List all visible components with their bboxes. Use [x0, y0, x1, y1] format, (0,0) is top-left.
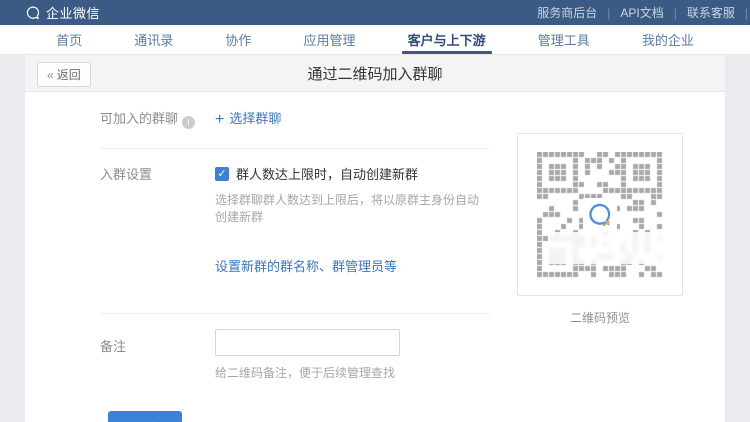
select-group-link-label: 选择群聊	[229, 111, 281, 126]
qr-caption: 二维码预览	[517, 309, 683, 326]
top-link-service-provider[interactable]: 服务商后台	[527, 4, 607, 21]
divider	[100, 313, 490, 314]
main-nav: 首页 通讯录 协作 应用管理 客户与上下游 管理工具 我的企业	[0, 25, 750, 55]
info-icon[interactable]: i	[182, 116, 195, 129]
select-group-link[interactable]: + 选择群聊	[215, 108, 281, 129]
joinable-group-label: 可加入的群聊 i	[100, 108, 215, 129]
remark-helper: 给二维码备注，便于后续管理查找	[215, 364, 400, 381]
chevron-left-icon: «	[47, 68, 54, 82]
qr-blur-overlay	[548, 232, 666, 264]
join-settings-control: ✓ 群人数达上限时，自动创建新群 选择群聊群人数达到上限后，将以原群主身份自动创…	[215, 164, 490, 276]
auto-create-check-line: ✓ 群人数达上限时，自动创建新群	[215, 164, 490, 183]
nav-item-customers[interactable]: 客户与上下游	[402, 25, 492, 54]
divider	[100, 148, 490, 149]
wecom-bubble-icon	[583, 198, 617, 232]
remark-row: 备注 给二维码备注，便于后续管理查找	[100, 329, 490, 381]
brand-name: 企业微信	[46, 3, 100, 22]
nav-item-contacts[interactable]: 通讯录	[128, 25, 179, 54]
nav-item-my-company[interactable]: 我的企业	[636, 25, 700, 54]
create-button[interactable]: 创建	[108, 411, 182, 422]
nav-item-collaboration[interactable]: 协作	[219, 25, 257, 54]
page-title: 通过二维码加入群聊	[25, 63, 725, 84]
card-body: 可加入的群聊i +选择群聊 入群设置 ✓ 群人数达上限时，自动创建新群 选择群	[25, 92, 725, 422]
remark-label: 备注	[100, 329, 215, 381]
nav-item-home[interactable]: 首页	[50, 25, 88, 54]
topbar: 企业微信 服务商后台 | API文档 | 联系客服 |	[0, 0, 750, 25]
form: 可加入的群聊i +选择群聊 入群设置 ✓ 群人数达上限时，自动创建新群 选择群	[100, 92, 490, 422]
page: «返回 通过二维码加入群聊 可加入的群聊 i + 选择群聊 入群设置	[0, 55, 750, 422]
back-button[interactable]: «返回	[37, 62, 91, 87]
remark-control: 给二维码备注，便于后续管理查找	[215, 329, 400, 381]
content-card: «返回 通过二维码加入群聊 可加入的群聊 i + 选择群聊 入群设置	[25, 55, 725, 422]
brand[interactable]: 企业微信	[25, 3, 100, 22]
back-button-label: 返回	[57, 68, 81, 82]
qr-preview-panel: 二维码预览	[517, 133, 683, 326]
join-settings-helper: 选择群聊群人数达到上限后，将以原群主身份自动创建新群	[215, 191, 490, 225]
nav-item-management-tools[interactable]: 管理工具	[532, 25, 596, 54]
nav-item-app-management[interactable]: 应用管理	[297, 25, 361, 54]
topbar-links: 服务商后台 | API文档 | 联系客服 |	[527, 4, 748, 21]
wecom-logo-icon	[25, 5, 41, 21]
new-group-settings-link[interactable]: 设置新群的群名称、群管理员等	[215, 256, 397, 275]
remark-input[interactable]	[215, 329, 400, 356]
auto-create-checkbox[interactable]: ✓	[215, 167, 229, 181]
qr-box	[517, 133, 683, 296]
auto-create-checkbox-label[interactable]: 群人数达上限时，自动创建新群	[236, 164, 418, 183]
join-settings-row: 入群设置 ✓ 群人数达上限时，自动创建新群 选择群聊群人数达到上限后，将以原群主…	[100, 164, 490, 276]
plus-icon: +	[215, 111, 224, 128]
join-settings-label: 入群设置	[100, 164, 215, 276]
card-header: «返回 通过二维码加入群聊	[25, 55, 725, 92]
top-link-api-docs[interactable]: API文档	[610, 4, 673, 21]
joinable-group-row: 可加入的群聊 i + 选择群聊	[100, 108, 490, 129]
top-link-contact-support[interactable]: 联系客服	[677, 4, 745, 21]
joinable-group-label-text: 可加入的群聊	[100, 111, 178, 126]
separator: |	[745, 6, 748, 20]
